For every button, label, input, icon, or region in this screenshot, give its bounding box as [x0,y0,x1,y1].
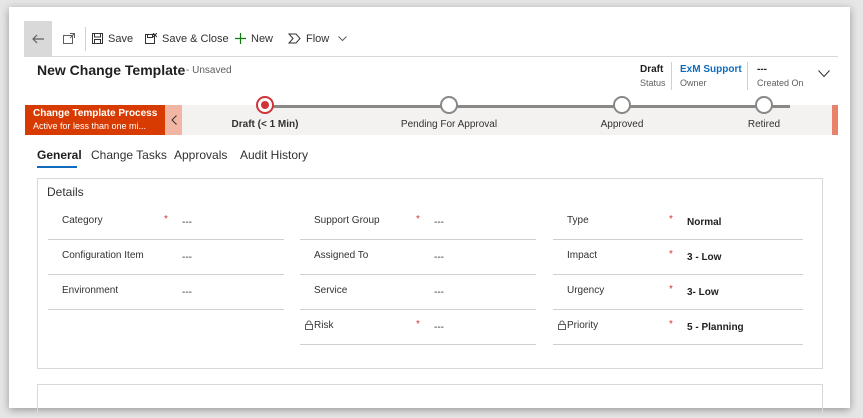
command-bar: Save Save & Close New Flow [24,21,838,57]
open-in-new-window-button[interactable] [54,21,84,56]
required-indicator: * [669,214,673,225]
field-service[interactable]: Service --- [300,275,536,310]
back-button[interactable] [24,21,52,56]
field-label: Category [62,215,103,226]
record-title: New Change Template [37,62,186,78]
field-value[interactable]: --- [434,217,444,228]
field-label: Priority [567,320,599,331]
header-divider [671,62,672,90]
field-label: Type [567,215,589,226]
field-value[interactable]: --- [434,252,444,263]
required-indicator: * [416,214,420,225]
plus-icon [235,33,246,44]
field-value[interactable]: 3 - Low [687,252,721,263]
field-risk[interactable]: Risk * --- [300,310,536,345]
tab-audit-history[interactable]: Audit History [240,148,308,162]
status-value: Draft [640,64,664,75]
field-value: 5 - Planning [687,322,744,333]
popout-icon [63,33,75,44]
field-label: Risk [314,320,334,331]
stage-connector [265,105,790,108]
unsaved-indicator: - Unsaved [186,65,232,76]
new-button[interactable]: New [235,21,273,56]
section-title: Details [47,185,84,199]
owner-label: Owner [680,78,707,88]
header-expand-button[interactable] [818,65,830,83]
field-value[interactable]: --- [182,287,192,298]
tab-change-tasks[interactable]: Change Tasks [91,148,167,162]
chevron-down-icon [338,35,348,41]
stage-dot [613,96,631,114]
stage-dot [755,96,773,114]
stage-active-dot [256,96,274,114]
stage-label: Retired [747,119,781,130]
header-divider [747,62,748,90]
required-indicator: * [416,319,420,330]
created-on-value: --- [757,64,767,75]
field-type[interactable]: Type * Normal [553,205,803,240]
new-label: New [251,32,274,45]
field-value[interactable]: 3- Low [687,287,719,298]
field-urgency[interactable]: Urgency * 3- Low [553,275,803,310]
stage-label: Draft (< 1 Min) [231,119,299,130]
field-label: Environment [62,285,119,296]
field-support-group[interactable]: Support Group * --- [300,205,536,240]
required-indicator: * [669,249,673,260]
required-indicator: * [669,284,673,295]
tab-general[interactable]: General [37,148,82,162]
field-label: Support Group [314,215,380,226]
stage-label: Approved [600,119,644,130]
field-assigned-to[interactable]: Assigned To --- [300,240,536,275]
business-process-flow: Change Template Process Active for less … [25,96,838,135]
field-label: Service [314,285,348,296]
field-priority[interactable]: Priority * 5 - Planning [553,310,803,345]
save-icon [92,33,103,44]
created-on-label: Created On [757,78,804,88]
required-indicator: * [669,319,673,330]
active-tab-indicator [37,166,77,168]
status-label: Status [640,78,666,88]
next-section [37,384,823,414]
header-owner: ExM Support Owner [680,64,742,88]
field-environment[interactable]: Environment --- [48,275,284,310]
save-and-close-button[interactable]: Save & Close [145,21,229,56]
stage-track: Draft (< 1 Min) Pending For Approval App… [25,96,838,135]
field-label: Urgency [567,285,605,296]
toolbar-separator [85,27,86,51]
field-value[interactable]: --- [182,252,192,263]
lock-icon [305,320,313,330]
field-category[interactable]: Category * --- [48,205,284,240]
header-status: Draft Status [640,64,666,88]
chevron-down-icon [818,70,830,78]
field-configuration-item[interactable]: Configuration Item --- [48,240,284,275]
field-label: Impact [567,250,598,261]
field-value[interactable]: --- [434,287,444,298]
field-value[interactable]: Normal [687,217,721,228]
field-value[interactable]: --- [182,217,192,228]
lock-icon [558,320,566,330]
save-close-icon [145,32,157,44]
required-indicator: * [164,214,168,225]
header-created-on: --- Created On [757,64,804,88]
flow-icon [288,33,301,44]
tab-approvals[interactable]: Approvals [174,148,227,162]
save-button[interactable]: Save [92,21,133,56]
save-label: Save [108,32,134,45]
owner-link[interactable]: ExM Support [680,64,742,75]
flow-button[interactable]: Flow [288,21,352,56]
field-impact[interactable]: Impact * 3 - Low [553,240,803,275]
field-value: --- [434,322,444,333]
field-label: Configuration Item [62,250,144,261]
stage-dot [440,96,458,114]
field-label: Assigned To [314,250,369,261]
save-close-label: Save & Close [162,32,229,45]
flow-label: Flow [306,32,330,45]
stage-label: Pending For Approval [400,119,498,130]
back-arrow-icon [31,34,44,43]
